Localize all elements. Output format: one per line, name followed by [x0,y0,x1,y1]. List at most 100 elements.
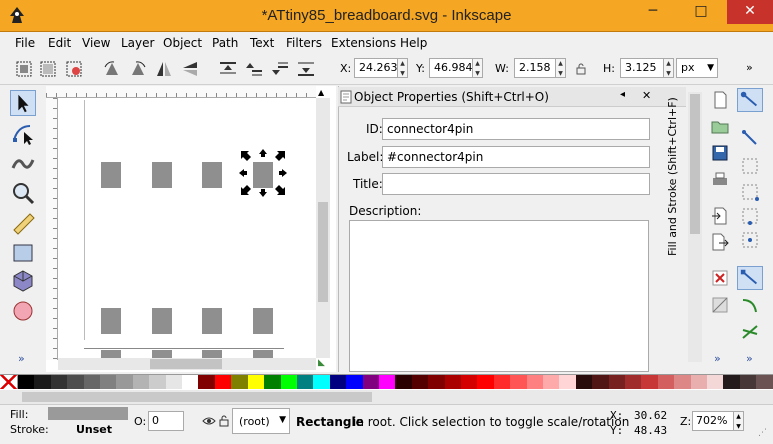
close-button[interactable]: ✕ [727,0,773,24]
import-icon[interactable] [710,206,730,226]
flip-horizontal-icon[interactable] [154,59,174,79]
horizontal-scroll-thumb[interactable] [150,359,222,369]
toolbar-overflow-icon[interactable]: » [746,61,753,74]
cms-toggle-icon[interactable]: ◣ [318,358,325,368]
palette-swatch[interactable] [723,375,740,389]
palette-swatch[interactable] [543,375,560,389]
snap-bbox-midpoints-icon[interactable] [740,206,760,226]
palette-swatch[interactable] [739,375,757,389]
delete-icon[interactable] [710,268,730,288]
w-input[interactable]: 2.158 [514,58,556,78]
menu-layer[interactable]: Layer [121,34,154,52]
connector-pad[interactable] [152,350,172,358]
lock-icon[interactable] [574,62,588,76]
canvas[interactable] [46,86,336,372]
w-spinner[interactable]: ▲ ▼ [556,58,566,78]
y-input[interactable]: 46.984 [429,58,473,78]
dock-scroll-thumb[interactable] [690,94,700,234]
palette-swatch[interactable] [756,375,773,389]
palette-swatch[interactable] [50,375,68,389]
title-input[interactable] [382,173,650,195]
print-icon[interactable] [710,170,730,190]
palette-swatch[interactable] [296,375,314,389]
lower-to-bottom-icon[interactable] [296,59,316,79]
node-tool-icon[interactable] [10,120,36,146]
opacity-input[interactable]: 0 [148,411,184,431]
snap-nodes-icon[interactable] [737,266,763,290]
menu-text[interactable]: Text [250,34,274,52]
flip-vertical-icon[interactable] [180,59,200,79]
snap-paths-icon[interactable] [740,296,760,316]
unit-select[interactable]: px ▼ [676,58,718,78]
snap-intersections-icon[interactable] [740,322,760,342]
palette-swatch[interactable] [329,375,347,389]
palette-swatch[interactable] [132,375,150,389]
connector-pad[interactable] [202,350,222,358]
label-input[interactable]: #connector4pin [382,146,650,168]
measure-tool-icon[interactable] [10,210,36,236]
palette-swatch[interactable] [280,375,297,389]
connector-pad[interactable] [202,162,222,188]
x-spinner[interactable]: ▲ ▼ [398,58,408,78]
scroll-up-icon[interactable]: ▲ [318,88,324,97]
layer-select[interactable]: (root) ▼ [232,408,290,434]
palette-swatch[interactable] [625,375,642,389]
palette-swatch[interactable] [247,375,265,389]
layer-lock-icon[interactable] [218,414,230,428]
connector-pad[interactable] [202,308,222,334]
palette-swatch[interactable] [182,375,199,389]
palette-swatch[interactable] [34,375,51,389]
ellipse-tool-icon[interactable] [10,298,36,324]
x-input[interactable]: 24.263 [354,58,398,78]
maximize-button[interactable]: □ [678,0,724,24]
palette-swatch[interactable] [83,375,101,389]
deselect-icon[interactable] [64,59,84,79]
commands-overflow-icon[interactable]: » [714,352,721,365]
palette-swatch[interactable] [510,375,527,389]
palette-swatch[interactable] [378,375,396,389]
menu-filters[interactable]: Filters [286,34,322,52]
resize-grip-icon[interactable]: ⋰ [758,428,767,438]
rotate-cw-icon[interactable] [128,59,148,79]
dock-scrollbar[interactable] [688,92,702,362]
menu-path[interactable]: Path [212,34,238,52]
pattern-icon[interactable] [710,295,730,315]
horizontal-scrollbar[interactable] [58,358,316,370]
raise-icon[interactable] [244,59,264,79]
menu-view[interactable]: View [82,34,110,52]
select-all-icon[interactable] [14,59,34,79]
palette-swatch[interactable] [149,375,166,389]
menu-object[interactable]: Object [163,34,202,52]
connector-pad[interactable] [152,308,172,334]
palette-swatch[interactable] [411,375,429,389]
palette-swatch[interactable] [444,375,461,389]
palette-swatch[interactable] [674,375,691,389]
snap-bbox-edges-icon[interactable] [740,156,760,176]
palette-swatch[interactable] [493,375,511,389]
connector-pad[interactable] [101,350,121,358]
palette-swatch[interactable] [592,375,609,389]
palette-swatch[interactable] [477,375,494,389]
fill-swatch[interactable] [48,407,128,420]
palette-swatch[interactable] [67,375,84,389]
new-document-icon[interactable] [710,90,730,110]
palette-scroll-thumb[interactable] [22,392,372,402]
palette-swatch[interactable] [608,375,626,389]
fill-and-stroke-tab[interactable]: Fill and Stroke (Shift+Ctrl+F) [662,88,684,258]
lower-icon[interactable] [270,59,290,79]
menu-file[interactable]: File [15,34,35,52]
connector-pad[interactable] [101,308,121,334]
h-input[interactable]: 3.125 [620,58,664,78]
palette-swatch[interactable] [100,375,117,389]
palette-swatch[interactable] [346,375,363,389]
snap-overflow-icon[interactable]: » [746,352,753,365]
raise-to-top-icon[interactable] [218,59,238,79]
palette-swatch[interactable] [526,375,543,389]
palette-swatch[interactable] [264,375,281,389]
y-spinner[interactable]: ▲ ▼ [473,58,483,78]
panel-iconify-icon[interactable]: ◂ [620,89,625,100]
minimize-button[interactable]: ─ [630,0,676,24]
palette-swatch[interactable] [198,375,215,389]
palette-swatch[interactable] [313,375,330,389]
connector-pad[interactable] [152,162,172,188]
